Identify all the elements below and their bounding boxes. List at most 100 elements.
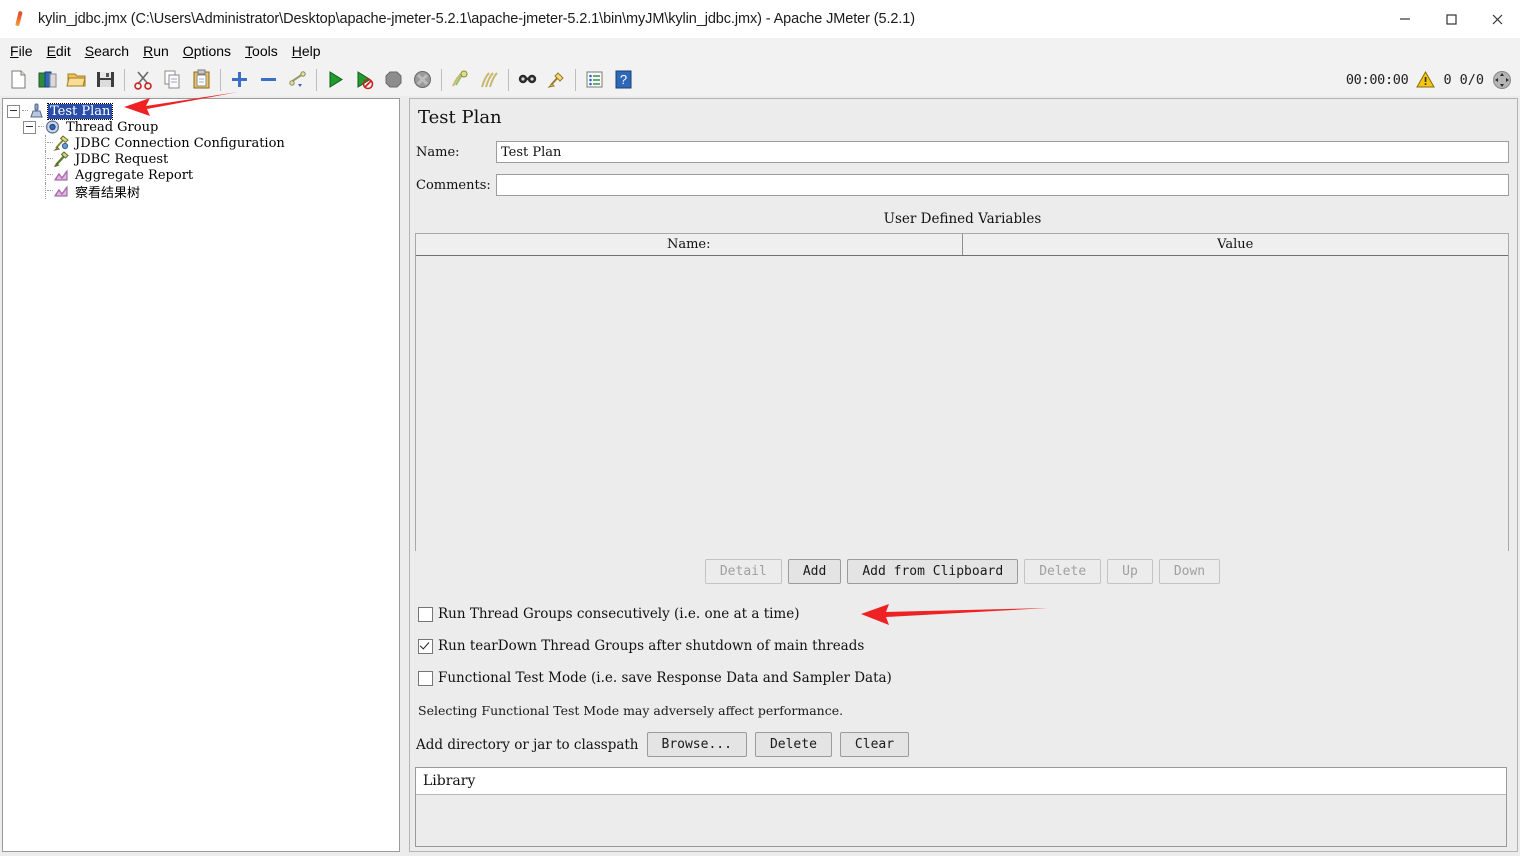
- classpath-clear-button[interactable]: Clear: [839, 732, 910, 757]
- paste-icon[interactable]: [187, 65, 216, 94]
- copy-icon[interactable]: [158, 65, 187, 94]
- up-button[interactable]: Up: [1107, 559, 1153, 584]
- cut-icon[interactable]: [129, 65, 158, 94]
- listener-icon: [53, 183, 70, 199]
- tree-node-aggregate-report[interactable]: Aggregate Report: [3, 167, 399, 183]
- run-teardown-thread-groups-checkbox[interactable]: [418, 638, 433, 654]
- toggle-icon[interactable]: [283, 65, 312, 94]
- functional-test-mode-row[interactable]: Functional Test Mode (i.e. save Response…: [418, 670, 892, 686]
- tree-toggle-test-plan[interactable]: [7, 104, 20, 118]
- maximize-icon[interactable]: [1428, 0, 1474, 38]
- title-bar: kylin_jdbc.jmx (C:\Users\Administrator\D…: [0, 0, 1520, 38]
- elapsed-timer: 00:00:00: [1345, 71, 1409, 88]
- jmeter-window: kylin_jdbc.jmx (C:\Users\Administrator\D…: [0, 0, 1520, 856]
- window-controls: [1382, 0, 1520, 38]
- tree-label-aggregate-report: Aggregate Report: [75, 167, 194, 183]
- column-header-value[interactable]: Value: [962, 234, 1508, 255]
- down-button[interactable]: Down: [1158, 559, 1221, 584]
- comments-input[interactable]: [496, 174, 1509, 196]
- tree-toggle-thread-group[interactable]: [23, 120, 36, 134]
- tree-node-view-results-tree[interactable]: 察看结果树: [3, 183, 399, 201]
- run-thread-groups-consecutively-row[interactable]: Run Thread Groups consecutively (i.e. on…: [418, 606, 800, 622]
- save-icon[interactable]: [91, 65, 120, 94]
- menu-bar: File Edit Search Run Options Tools Help: [0, 38, 1520, 64]
- templates-icon[interactable]: [33, 65, 62, 94]
- body-area: Test Plan Thread Group JDBC Connection C…: [0, 96, 1520, 856]
- classpath-row: Add directory or jar to classpath Browse…: [416, 732, 910, 757]
- detail-button[interactable]: Detail: [704, 559, 782, 584]
- help-icon[interactable]: ?: [609, 65, 638, 94]
- name-input[interactable]: Test Plan: [496, 141, 1509, 163]
- classpath-label: Add directory or jar to classpath: [416, 736, 639, 753]
- new-icon[interactable]: [4, 65, 33, 94]
- menu-tools[interactable]: Tools: [238, 41, 285, 61]
- open-icon[interactable]: [62, 65, 91, 94]
- menu-run[interactable]: Run: [136, 41, 176, 61]
- table-body[interactable]: [416, 256, 1508, 551]
- menu-file[interactable]: File: [3, 41, 40, 61]
- tree-node-jdbc-request[interactable]: JDBC Request: [3, 151, 399, 167]
- menu-options[interactable]: Options: [176, 41, 238, 61]
- config-element-icon: [53, 135, 70, 151]
- toolbar: ? 00:00:00 0 0/0: [0, 63, 1520, 97]
- menu-edit[interactable]: Edit: [40, 41, 78, 61]
- tree-label-jdbc-connection-configuration: JDBC Connection Configuration: [75, 135, 285, 151]
- toolbar-status: 00:00:00 0 0/0: [1346, 63, 1512, 96]
- table-header-row: Name: Value: [416, 234, 1508, 256]
- page-title: Test Plan: [418, 107, 502, 128]
- user-defined-variables-table[interactable]: Name: Value: [415, 233, 1509, 551]
- add-from-clipboard-button[interactable]: Add from Clipboard: [847, 559, 1019, 584]
- run-thread-groups-consecutively-label: Run Thread Groups consecutively (i.e. on…: [438, 606, 800, 622]
- close-icon[interactable]: [1474, 0, 1520, 38]
- tree-node-jdbc-connection-configuration[interactable]: JDBC Connection Configuration: [3, 135, 399, 151]
- run-teardown-thread-groups-row[interactable]: Run tearDown Thread Groups after shutdow…: [418, 638, 864, 654]
- clear-all-icon[interactable]: [475, 65, 504, 94]
- expand-all-icon[interactable]: [225, 65, 254, 94]
- run-thread-groups-consecutively-checkbox[interactable]: [418, 606, 433, 622]
- thread-count: 0/0: [1459, 71, 1484, 88]
- comments-label: Comments:: [416, 177, 491, 193]
- classpath-library-body[interactable]: [416, 795, 1506, 847]
- column-header-name[interactable]: Name:: [416, 234, 963, 255]
- search-reset-icon[interactable]: [542, 65, 571, 94]
- warning-triangle-icon[interactable]: [1416, 70, 1436, 89]
- column-header-library[interactable]: Library: [416, 768, 1506, 795]
- clear-icon[interactable]: [446, 65, 475, 94]
- minimize-icon[interactable]: [1382, 0, 1428, 38]
- tree-label-thread-group: Thread Group: [66, 119, 159, 135]
- menu-search[interactable]: Search: [78, 41, 136, 61]
- start-no-timers-icon[interactable]: [350, 65, 379, 94]
- svg-text:?: ?: [620, 72, 627, 87]
- table-action-buttons: Detail Add Add from Clipboard Delete Up …: [410, 559, 1515, 584]
- test-plan-tree[interactable]: Test Plan Thread Group JDBC Connection C…: [2, 98, 400, 852]
- comments-row: Comments:: [416, 174, 1511, 196]
- function-helper-icon[interactable]: [580, 65, 609, 94]
- delete-button[interactable]: Delete: [1024, 559, 1102, 584]
- expand-status-icon[interactable]: [1492, 70, 1512, 90]
- classpath-delete-button[interactable]: Delete: [754, 732, 832, 757]
- shutdown-icon[interactable]: [408, 65, 437, 94]
- name-label: Name:: [416, 144, 460, 160]
- tree-node-test-plan[interactable]: Test Plan: [3, 102, 399, 120]
- classpath-library-table[interactable]: Library: [415, 767, 1507, 847]
- functional-test-mode-label: Functional Test Mode (i.e. save Response…: [438, 670, 892, 686]
- search-icon[interactable]: [513, 65, 542, 94]
- add-button[interactable]: Add: [787, 559, 842, 584]
- panel-splitter[interactable]: [400, 96, 408, 856]
- listener-icon: [53, 167, 70, 183]
- collapse-all-icon[interactable]: [254, 65, 283, 94]
- run-teardown-thread-groups-label: Run tearDown Thread Groups after shutdow…: [438, 638, 865, 654]
- test-plan-icon: [28, 103, 45, 119]
- functional-test-mode-checkbox[interactable]: [418, 670, 433, 686]
- tree-label-jdbc-request: JDBC Request: [75, 151, 169, 167]
- tree-label-test-plan: Test Plan: [46, 102, 114, 120]
- window-title: kylin_jdbc.jmx (C:\Users\Administrator\D…: [38, 11, 915, 27]
- start-icon[interactable]: [321, 65, 350, 94]
- tree-node-thread-group[interactable]: Thread Group: [3, 119, 399, 135]
- menu-help[interactable]: Help: [285, 41, 328, 61]
- stop-icon[interactable]: [379, 65, 408, 94]
- browse-button[interactable]: Browse...: [646, 732, 747, 757]
- warning-count: 0: [1443, 71, 1452, 88]
- user-defined-variables-title: User Defined Variables: [883, 211, 1042, 227]
- tree-label-view-results-tree: 察看结果树: [75, 185, 141, 201]
